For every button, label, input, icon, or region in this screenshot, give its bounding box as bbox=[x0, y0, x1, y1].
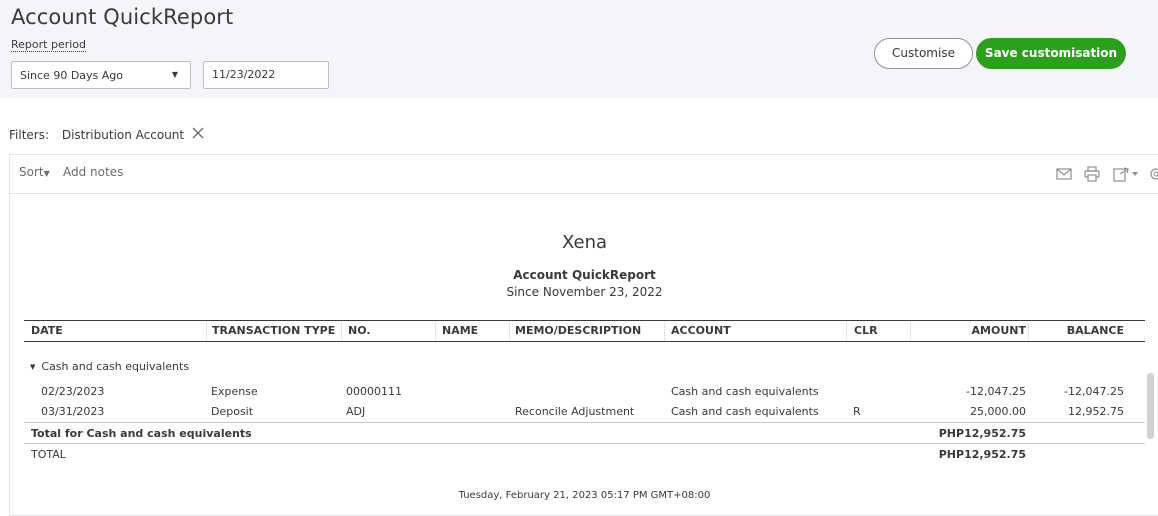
remove-filter-icon[interactable] bbox=[191, 126, 205, 144]
cell-account: Cash and cash equivalents bbox=[671, 405, 819, 418]
filter-chip-distribution-account: Distribution Account bbox=[61, 128, 185, 142]
column-divider bbox=[1028, 323, 1029, 340]
report-period-select[interactable]: Since 90 Days Ago ▼ bbox=[11, 61, 191, 89]
cell-amount: 25,000.00 bbox=[970, 405, 1026, 418]
customise-button[interactable]: Customise bbox=[874, 38, 973, 69]
group-toggle-cash[interactable]: ▼ Cash and cash equivalents bbox=[30, 360, 189, 373]
column-header-balance[interactable]: BALANCE bbox=[1034, 324, 1124, 337]
report-subtitle: Since November 23, 2022 bbox=[506, 285, 663, 299]
print-icon[interactable] bbox=[1083, 166, 1101, 182]
filters-bar: Filters: Distribution Account bbox=[9, 126, 205, 144]
email-icon[interactable] bbox=[1055, 166, 1073, 182]
column-header-account[interactable]: ACCOUNT bbox=[671, 324, 731, 337]
sort-label: Sort bbox=[19, 165, 44, 179]
filters-label: Filters: bbox=[9, 128, 50, 142]
cell-balance: -12,047.25 bbox=[1064, 385, 1124, 398]
column-header-clr[interactable]: CLR bbox=[854, 324, 878, 337]
report-card: Sort▼ Add notes Xena Account QuickReport… bbox=[9, 154, 1158, 516]
column-divider bbox=[435, 323, 436, 340]
total-amount: PHP12,952.75 bbox=[938, 448, 1026, 461]
sort-dropdown[interactable]: Sort▼ bbox=[19, 165, 50, 179]
report-period-value: Since 90 Days Ago bbox=[20, 69, 124, 82]
cell-no: 00000111 bbox=[346, 385, 402, 398]
report-timestamp: Tuesday, February 21, 2023 05:17 PM GMT+… bbox=[458, 490, 711, 501]
column-divider bbox=[509, 323, 510, 340]
total-label: TOTAL bbox=[31, 448, 66, 461]
caret-down-icon: ▼ bbox=[171, 70, 178, 79]
column-divider bbox=[206, 323, 207, 340]
group-total-label: Total for Cash and cash equivalents bbox=[31, 427, 252, 440]
column-header-amount[interactable]: AMOUNT bbox=[924, 324, 1026, 337]
divider bbox=[24, 422, 1145, 423]
collapse-triangle-icon: ▼ bbox=[30, 363, 36, 371]
cell-amount: -12,047.25 bbox=[966, 385, 1026, 398]
report-toolbar: Sort▼ Add notes bbox=[10, 155, 1158, 194]
save-customisation-button[interactable]: Save customisation bbox=[976, 38, 1126, 69]
table-header: DATE TRANSACTION TYPE NO. NAME MEMO/DESC… bbox=[24, 320, 1145, 342]
cell-balance: 12,952.75 bbox=[1068, 405, 1124, 418]
page-title: Account QuickReport bbox=[11, 5, 234, 29]
cell-account: Cash and cash equivalents bbox=[671, 385, 819, 398]
cell-clr: R bbox=[853, 405, 861, 418]
add-notes-link[interactable]: Add notes bbox=[63, 165, 123, 179]
column-header-transaction-type[interactable]: TRANSACTION TYPE bbox=[212, 324, 335, 337]
export-icon[interactable] bbox=[1112, 166, 1142, 182]
column-divider bbox=[910, 323, 911, 340]
vertical-scrollbar[interactable] bbox=[1147, 373, 1154, 439]
column-header-no[interactable]: NO. bbox=[348, 324, 371, 337]
report-header: Account QuickReport Report period Since … bbox=[0, 0, 1158, 98]
settings-icon[interactable] bbox=[1148, 166, 1158, 182]
cell-type: Deposit bbox=[211, 405, 254, 418]
column-header-date[interactable]: DATE bbox=[31, 324, 63, 337]
report-title: Account QuickReport bbox=[513, 268, 656, 282]
cell-type: Expense bbox=[211, 385, 258, 398]
start-date-input[interactable]: 11/23/2022 bbox=[203, 61, 329, 89]
column-divider bbox=[846, 323, 847, 340]
cell-no: ADJ bbox=[346, 405, 366, 418]
column-header-name[interactable]: NAME bbox=[442, 324, 478, 337]
cell-date: 02/23/2023 bbox=[41, 385, 105, 398]
report-period-label: Report period bbox=[11, 38, 87, 52]
cell-date: 03/31/2023 bbox=[41, 405, 105, 418]
group-label: Cash and cash equivalents bbox=[41, 360, 190, 373]
cell-memo: Reconcile Adjustment bbox=[515, 405, 635, 418]
divider bbox=[24, 443, 1145, 444]
sort-caret-icon: ▼ bbox=[43, 169, 50, 178]
column-divider bbox=[341, 323, 342, 340]
column-divider bbox=[664, 323, 665, 340]
group-total-amount: PHP12,952.75 bbox=[938, 427, 1026, 440]
company-name: Xena bbox=[561, 232, 608, 253]
column-header-memo[interactable]: MEMO/DESCRIPTION bbox=[515, 324, 641, 337]
